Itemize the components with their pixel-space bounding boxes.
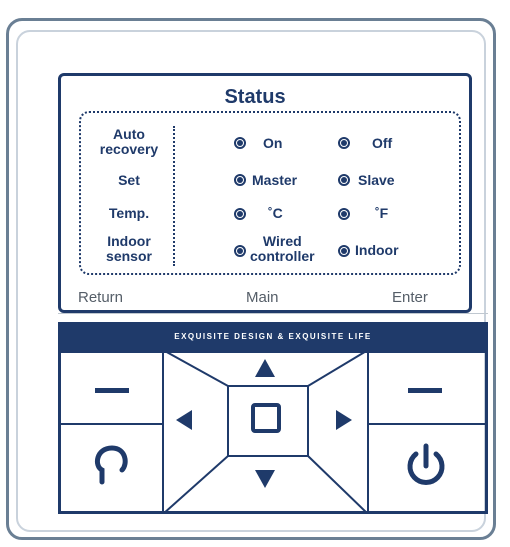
option-slave: Slave [358, 172, 395, 188]
option-celsius: ˚C [268, 205, 283, 221]
back-button[interactable] [62, 426, 162, 512]
power-button[interactable] [370, 426, 482, 512]
radio-slave[interactable] [338, 174, 350, 186]
triangle-left-icon [176, 410, 192, 430]
option-off: Off [372, 135, 393, 151]
label-indoor-sensor: Indoor sensor [106, 233, 152, 264]
slogan-bar: EXQUISITE DESIGN & EXQUISITE LIFE [58, 322, 488, 350]
softkey-main-label: Main [246, 289, 279, 306]
radio-master[interactable] [234, 174, 246, 186]
right-button[interactable] [330, 404, 358, 436]
left-button[interactable] [170, 404, 198, 436]
right-minus-button[interactable] [370, 353, 482, 423]
minus-icon [95, 388, 129, 393]
radio-on[interactable] [234, 137, 246, 149]
triangle-up-icon [255, 359, 275, 377]
radio-fahrenheit[interactable] [338, 208, 350, 220]
option-indoor: Indoor [355, 242, 399, 258]
up-button[interactable] [248, 355, 282, 381]
softkey-enter-label: Enter [392, 289, 428, 306]
triangle-down-icon [255, 470, 275, 488]
label-set: Set [118, 172, 140, 188]
option-master: Master [252, 172, 298, 188]
label-auto-recovery: Auto recovery [99, 126, 159, 157]
option-fahrenheit: ˚F [375, 205, 389, 221]
power-icon [407, 443, 445, 485]
softkey-return-label: Return [78, 289, 124, 306]
radio-indoor[interactable] [338, 245, 350, 257]
radio-off[interactable] [338, 137, 350, 149]
radio-celsius[interactable] [234, 208, 246, 220]
screen-title: Status [224, 86, 286, 108]
triangle-right-icon [336, 410, 352, 430]
option-wired-controller: Wired controller [250, 233, 315, 264]
left-minus-button[interactable] [62, 353, 162, 423]
return-icon [94, 445, 128, 485]
option-on: On [263, 135, 283, 151]
label-temp: Temp. [108, 205, 150, 221]
down-button[interactable] [248, 466, 282, 492]
minus-icon [408, 388, 442, 393]
divider-line [58, 313, 488, 314]
ok-button[interactable] [251, 403, 281, 433]
radio-wired-controller[interactable] [234, 245, 246, 257]
